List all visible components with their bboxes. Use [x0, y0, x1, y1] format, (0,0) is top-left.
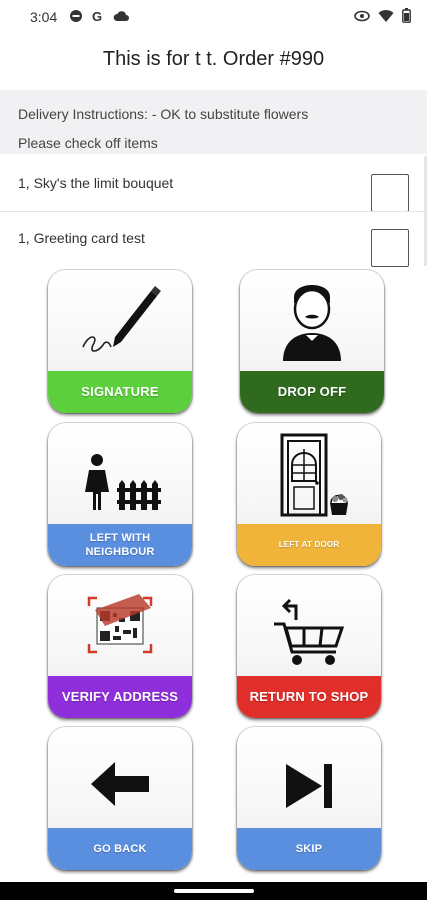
left-at-door-label: LEFT AT DOOR [237, 524, 381, 566]
qr-scan-icon [48, 575, 192, 675]
item-checkbox[interactable] [371, 229, 409, 267]
svg-text:G: G [92, 9, 102, 23]
return-to-shop-label: RETURN TO SHOP [237, 676, 381, 718]
battery-icon [402, 8, 411, 26]
skip-label: SKIP [237, 828, 381, 870]
instructions-panel: Delivery Instructions: - OK to substitut… [0, 90, 427, 154]
arrow-left-icon [48, 727, 192, 827]
return-to-shop-button[interactable]: RETURN TO SHOP [237, 575, 381, 718]
butler-icon [240, 270, 384, 370]
return-cart-icon [237, 575, 381, 675]
status-time: 3:04 [30, 9, 58, 25]
verify-address-button[interactable]: VERIFY ADDRESS [48, 575, 192, 718]
go-back-button[interactable]: GO BACK [48, 727, 192, 870]
status-bar: 3:04 G [0, 0, 427, 34]
item-label: 1, Sky's the limit bouquet [18, 175, 174, 191]
list-item: 1, Greeting card test [0, 212, 427, 267]
skip-button[interactable]: SKIP [237, 727, 381, 870]
item-checkbox[interactable] [371, 174, 409, 212]
person-fence-icon [48, 423, 192, 523]
page-title: This is for t t. Order #990 [102, 48, 325, 70]
item-label: 1, Greeting card test [18, 230, 145, 246]
list-item: 1, Sky's the limit bouquet [0, 157, 427, 212]
signature-label: SIGNATURE [48, 371, 192, 413]
do-not-disturb-icon [69, 9, 83, 26]
drop-off-label: DROP OFF [240, 371, 384, 413]
signature-button[interactable]: SIGNATURE [48, 270, 192, 413]
google-icon: G [91, 9, 105, 26]
delivery-instructions: Delivery Instructions: - OK to substitut… [18, 106, 309, 122]
left-with-neighbour-label: LEFT WITH NEIGHBOUR [48, 524, 192, 566]
eye-icon [354, 9, 370, 25]
pen-signature-icon [48, 270, 192, 370]
wifi-icon [378, 9, 394, 26]
go-back-label: GO BACK [48, 828, 192, 870]
door-basket-icon [237, 423, 381, 523]
skip-next-icon [237, 727, 381, 827]
check-off-prompt: Please check off items [18, 135, 158, 151]
home-handle[interactable] [174, 889, 254, 893]
cloud-icon [113, 9, 130, 25]
left-with-neighbour-button[interactable]: LEFT WITH NEIGHBOUR [48, 423, 192, 566]
left-at-door-button[interactable]: LEFT AT DOOR [237, 423, 381, 566]
drop-off-button[interactable]: DROP OFF [240, 270, 384, 413]
verify-address-label: VERIFY ADDRESS [48, 676, 192, 718]
